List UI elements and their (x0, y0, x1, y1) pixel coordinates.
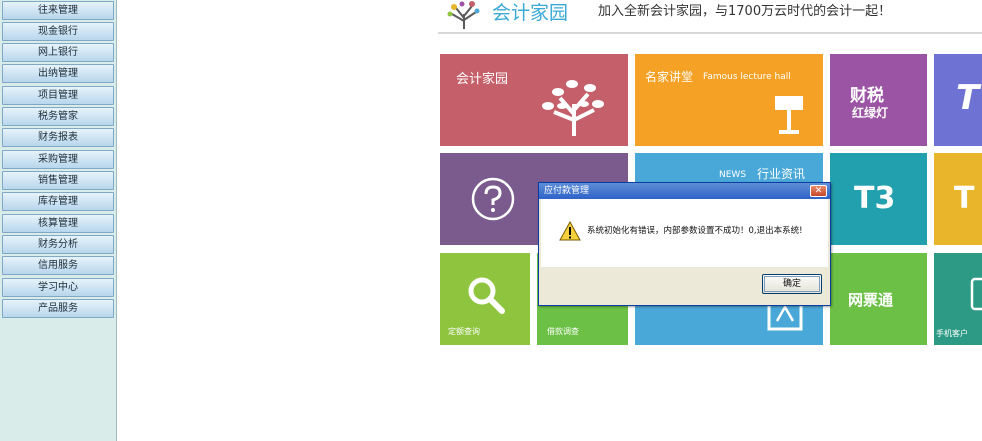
tile-caishui-honglvdeng[interactable]: 财税 红绿灯 (830, 54, 927, 146)
tile-label: 名家讲堂 (645, 70, 694, 84)
sidebar-item-xinyong[interactable]: 信用服务 (2, 256, 114, 275)
tile-sublabel: 红绿灯 (852, 106, 889, 120)
sidebar-item-xiangmu[interactable]: 项目管理 (2, 86, 114, 105)
tile-t-product-2[interactable]: T (934, 153, 982, 245)
tile-label: 会计家园 (456, 72, 509, 87)
sidebar-item-baobiao[interactable]: 财务报表 (2, 128, 114, 147)
sidebar-item-caigou[interactable]: 采购管理 (2, 150, 114, 169)
tile-label: 手机客户 (936, 329, 968, 338)
close-icon[interactable]: ✕ (810, 185, 827, 197)
sidebar-item-xiaoshou[interactable]: 销售管理 (2, 171, 114, 190)
sidebar-item-xuexi[interactable]: 学习中心 (2, 278, 114, 297)
tile-t3[interactable]: T3 (830, 153, 927, 245)
tile-label: 财税 (850, 86, 884, 106)
tree-icon (542, 80, 604, 136)
header-tagline: 加入全新会计家园，与1700万云时代的会计一起！ (598, 4, 892, 19)
question-icon (471, 177, 515, 221)
tile-label: 借款调查 (547, 327, 579, 336)
sidebar-item-chanpin[interactable]: 产品服务 (2, 299, 114, 318)
logo-tree-icon (447, 1, 480, 29)
dialog-message: 系统初始化有错误，内部参数设置不成功！0,退出本系统! (587, 226, 803, 236)
tile-shouji-kehu[interactable]: 手机客户 (934, 253, 982, 345)
ok-button[interactable]: 确定 (762, 274, 822, 294)
sidebar-nav: 往来管理 现金银行 网上银行 出纳管理 项目管理 税务管家 财务报表 采购管理 … (0, 0, 117, 441)
tile-sublabel: Famous lecture hall (703, 72, 791, 82)
magnifier-icon (468, 277, 505, 314)
tile-label: T (956, 78, 980, 118)
tile-label: T (954, 181, 975, 216)
tile-label: 行业资讯 (757, 167, 806, 181)
tile-kuaiji-jiayuan[interactable]: 会计家园 (440, 54, 628, 146)
sidebar-item-wanglai[interactable]: 往来管理 (2, 1, 114, 20)
dialog-body: 系统初始化有错误，内部参数设置不成功！0,退出本系统! (541, 199, 828, 267)
tile-dinge-chaxun[interactable]: 定额查询 (440, 253, 530, 345)
sidebar-item-chuna[interactable]: 出纳管理 (2, 64, 114, 83)
sidebar-item-hesuan[interactable]: 核算管理 (2, 214, 114, 233)
dialog-title: 应付款管理 (544, 186, 590, 196)
tile-news-label: NEWS (719, 170, 747, 180)
sidebar-item-xianjin[interactable]: 现金银行 (2, 22, 114, 41)
phone-icon (970, 277, 982, 311)
tile-label: T3 (854, 181, 896, 216)
tile-label: 定额查询 (448, 327, 480, 336)
sidebar-item-wangshang[interactable]: 网上银行 (2, 43, 114, 62)
logo-text: 会计家园 (492, 2, 569, 24)
warning-icon (559, 221, 581, 241)
error-dialog: 应付款管理 ✕ 系统初始化有错误，内部参数设置不成功！0,退出本系统! 确定 (538, 182, 831, 306)
podium-icon (775, 96, 803, 134)
tile-t-product[interactable]: T (934, 54, 982, 146)
dialog-titlebar[interactable]: 应付款管理 ✕ (539, 183, 830, 199)
tile-mingjia-jiangtang[interactable]: 名家讲堂 Famous lecture hall (635, 54, 823, 146)
tile-wangpiaotong[interactable]: 网票通 (830, 253, 927, 345)
desktop: 往来管理 现金银行 网上银行 出纳管理 项目管理 税务管家 财务报表 采购管理 … (0, 0, 982, 441)
portal-header: 会计家园 加入全新会计家园，与1700万云时代的会计一起！ (438, 0, 982, 34)
sidebar-item-fenxi[interactable]: 财务分析 (2, 235, 114, 254)
tile-label: 网票通 (848, 291, 894, 309)
sidebar-item-kucun[interactable]: 库存管理 (2, 192, 114, 211)
sidebar-item-shuiwu[interactable]: 税务管家 (2, 107, 114, 126)
